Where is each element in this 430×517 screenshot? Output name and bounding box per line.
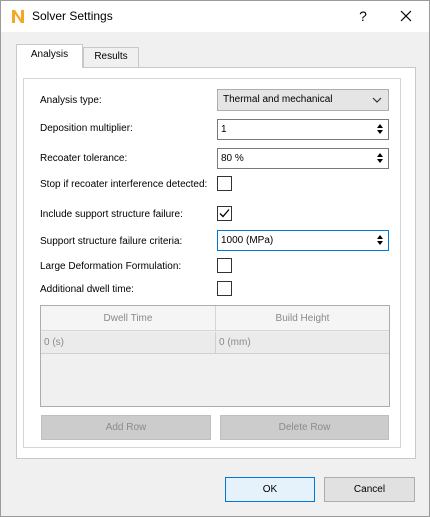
include-support-label: Include support structure failure: [40, 209, 183, 220]
analysis-type-label: Analysis type: [40, 95, 102, 106]
chevron-down-icon [372, 97, 382, 103]
spin-up-icon[interactable] [374, 233, 386, 240]
large-deformation-checkbox[interactable] [217, 258, 232, 273]
deposition-multiplier-label: Deposition multiplier: [40, 123, 133, 134]
recoater-tolerance-value: 80 % [221, 153, 244, 164]
large-deformation-label: Large Deformation Formulation: [40, 261, 182, 272]
analysis-type-value: Thermal and mechanical [223, 94, 333, 105]
spin-down-icon[interactable] [374, 158, 386, 165]
ok-button[interactable]: OK [225, 477, 315, 502]
recoater-tolerance-stepper[interactable] [374, 151, 386, 166]
title-bar: Solver Settings ? [1, 1, 429, 32]
support-criteria-value: 1000 (MPa) [221, 235, 274, 246]
spin-down-icon[interactable] [374, 240, 386, 247]
spin-down-icon[interactable] [374, 129, 386, 136]
solver-settings-dialog: Solver Settings ? Analysis Results Analy… [0, 0, 430, 517]
stop-recoater-label: Stop if recoater interference detected: [40, 179, 208, 190]
spin-up-icon[interactable] [374, 151, 386, 158]
stop-recoater-checkbox[interactable] [217, 176, 232, 191]
table-header: Dwell Time Build Height [41, 306, 389, 331]
close-icon[interactable] [391, 2, 421, 30]
recoater-tolerance-field[interactable]: 80 % [217, 148, 389, 169]
spin-up-icon[interactable] [374, 122, 386, 129]
support-criteria-stepper[interactable] [374, 233, 386, 248]
tab-analysis[interactable]: Analysis [16, 44, 83, 68]
help-button[interactable]: ? [348, 2, 378, 30]
column-header-build-height[interactable]: Build Height [216, 306, 389, 331]
recoater-tolerance-label: Recoater tolerance: [40, 153, 128, 164]
window-title: Solver Settings [32, 9, 113, 23]
additional-dwell-checkbox[interactable] [217, 281, 232, 296]
deposition-multiplier-field[interactable]: 1 [217, 119, 389, 140]
support-criteria-field[interactable]: 1000 (MPa) [217, 230, 389, 251]
support-criteria-label: Support structure failure criteria: [40, 236, 183, 247]
add-row-button[interactable]: Add Row [41, 415, 211, 440]
cell-dwell-time[interactable]: 0 (s) [41, 332, 215, 354]
analysis-type-select[interactable]: Thermal and mechanical [217, 89, 389, 111]
cancel-button[interactable]: Cancel [324, 477, 415, 502]
delete-row-button[interactable]: Delete Row [220, 415, 389, 440]
app-logo-icon [11, 9, 25, 24]
dwell-time-table: Dwell Time Build Height 0 (s) 0 (mm) [40, 305, 390, 407]
table-row[interactable]: 0 (s) 0 (mm) [41, 332, 389, 354]
tab-results[interactable]: Results [83, 47, 139, 67]
checkmark-icon [219, 209, 230, 218]
cell-build-height[interactable]: 0 (mm) [215, 332, 389, 354]
include-support-checkbox[interactable] [217, 206, 232, 221]
column-header-dwell-time[interactable]: Dwell Time [41, 306, 215, 331]
deposition-multiplier-stepper[interactable] [374, 122, 386, 137]
deposition-multiplier-value: 1 [221, 124, 227, 135]
additional-dwell-label: Additional dwell time: [40, 284, 134, 295]
